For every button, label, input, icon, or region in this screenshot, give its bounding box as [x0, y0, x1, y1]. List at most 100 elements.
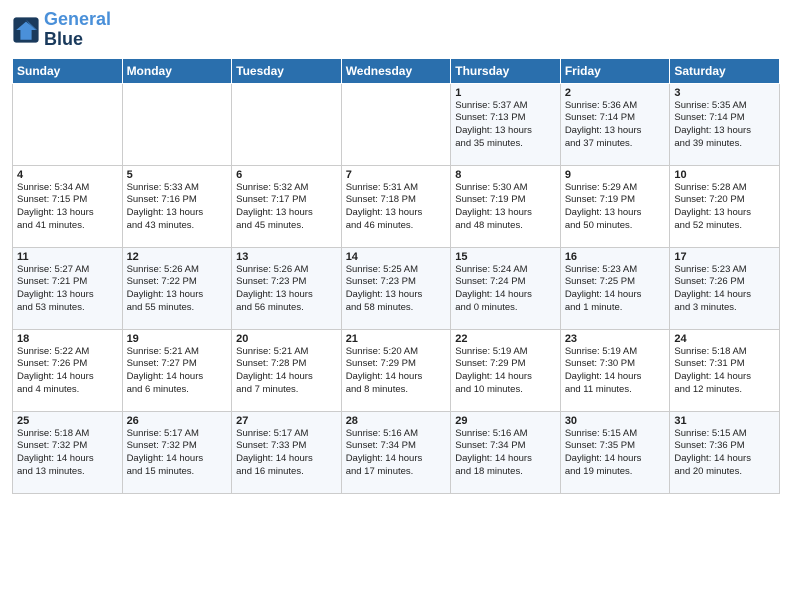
- day-header-wednesday: Wednesday: [341, 58, 451, 83]
- day-info: Sunrise: 5:18 AM: [674, 346, 775, 359]
- day-info: Daylight: 13 hours: [565, 207, 666, 220]
- calendar-cell: 6Sunrise: 5:32 AMSunset: 7:17 PMDaylight…: [232, 165, 342, 247]
- day-info: Sunset: 7:18 PM: [346, 194, 447, 207]
- calendar-cell: 23Sunrise: 5:19 AMSunset: 7:30 PMDayligh…: [560, 329, 670, 411]
- day-info: Sunrise: 5:30 AM: [455, 182, 556, 195]
- day-info: and 18 minutes.: [455, 466, 556, 479]
- day-info: and 46 minutes.: [346, 220, 447, 233]
- day-info: and 15 minutes.: [127, 466, 228, 479]
- day-info: Sunrise: 5:31 AM: [346, 182, 447, 195]
- calendar-cell: 14Sunrise: 5:25 AMSunset: 7:23 PMDayligh…: [341, 247, 451, 329]
- day-info: and 11 minutes.: [565, 384, 666, 397]
- calendar-cell: [13, 83, 123, 165]
- day-info: Sunrise: 5:23 AM: [565, 264, 666, 277]
- calendar-cell: 2Sunrise: 5:36 AMSunset: 7:14 PMDaylight…: [560, 83, 670, 165]
- day-info: and 10 minutes.: [455, 384, 556, 397]
- day-header-friday: Friday: [560, 58, 670, 83]
- calendar-cell: 11Sunrise: 5:27 AMSunset: 7:21 PMDayligh…: [13, 247, 123, 329]
- day-number: 8: [455, 169, 556, 181]
- day-info: Sunset: 7:26 PM: [674, 276, 775, 289]
- calendar-cell: 12Sunrise: 5:26 AMSunset: 7:22 PMDayligh…: [122, 247, 232, 329]
- day-info: Sunrise: 5:19 AM: [455, 346, 556, 359]
- calendar-cell: 3Sunrise: 5:35 AMSunset: 7:14 PMDaylight…: [670, 83, 780, 165]
- day-info: Daylight: 14 hours: [565, 289, 666, 302]
- day-header-monday: Monday: [122, 58, 232, 83]
- day-info: Sunset: 7:21 PM: [17, 276, 118, 289]
- day-info: and 58 minutes.: [346, 302, 447, 315]
- day-info: and 56 minutes.: [236, 302, 337, 315]
- day-info: and 53 minutes.: [17, 302, 118, 315]
- day-info: Sunset: 7:28 PM: [236, 358, 337, 371]
- day-info: and 13 minutes.: [17, 466, 118, 479]
- day-info: Sunset: 7:23 PM: [236, 276, 337, 289]
- calendar-cell: [341, 83, 451, 165]
- calendar-header-row: SundayMondayTuesdayWednesdayThursdayFrid…: [13, 58, 780, 83]
- day-info: Daylight: 13 hours: [674, 125, 775, 138]
- day-info: Daylight: 14 hours: [674, 453, 775, 466]
- day-info: and 55 minutes.: [127, 302, 228, 315]
- day-info: Sunrise: 5:34 AM: [17, 182, 118, 195]
- day-info: Sunset: 7:24 PM: [455, 276, 556, 289]
- day-number: 23: [565, 333, 666, 345]
- day-info: and 41 minutes.: [17, 220, 118, 233]
- day-info: Daylight: 14 hours: [674, 371, 775, 384]
- day-info: Sunrise: 5:23 AM: [674, 264, 775, 277]
- day-info: Sunrise: 5:16 AM: [346, 428, 447, 441]
- day-info: Sunset: 7:23 PM: [346, 276, 447, 289]
- day-info: Sunset: 7:31 PM: [674, 358, 775, 371]
- day-info: Sunrise: 5:26 AM: [236, 264, 337, 277]
- day-info: Sunrise: 5:17 AM: [236, 428, 337, 441]
- day-info: and 43 minutes.: [127, 220, 228, 233]
- day-info: Daylight: 14 hours: [455, 289, 556, 302]
- day-info: Daylight: 13 hours: [17, 289, 118, 302]
- day-number: 13: [236, 251, 337, 263]
- day-number: 1: [455, 87, 556, 99]
- day-info: Sunset: 7:33 PM: [236, 440, 337, 453]
- calendar-cell: 19Sunrise: 5:21 AMSunset: 7:27 PMDayligh…: [122, 329, 232, 411]
- day-info: Daylight: 13 hours: [455, 125, 556, 138]
- day-number: 17: [674, 251, 775, 263]
- day-info: and 6 minutes.: [127, 384, 228, 397]
- day-info: Sunset: 7:26 PM: [17, 358, 118, 371]
- calendar-cell: 10Sunrise: 5:28 AMSunset: 7:20 PMDayligh…: [670, 165, 780, 247]
- day-number: 4: [17, 169, 118, 181]
- day-info: Sunrise: 5:19 AM: [565, 346, 666, 359]
- day-info: and 19 minutes.: [565, 466, 666, 479]
- day-number: 2: [565, 87, 666, 99]
- day-info: Sunrise: 5:29 AM: [565, 182, 666, 195]
- day-info: Sunrise: 5:25 AM: [346, 264, 447, 277]
- calendar-cell: 28Sunrise: 5:16 AMSunset: 7:34 PMDayligh…: [341, 411, 451, 493]
- day-info: Sunset: 7:14 PM: [565, 112, 666, 125]
- day-info: Sunset: 7:32 PM: [17, 440, 118, 453]
- day-info: Sunrise: 5:22 AM: [17, 346, 118, 359]
- day-info: and 1 minute.: [565, 302, 666, 315]
- day-info: Sunset: 7:14 PM: [674, 112, 775, 125]
- day-number: 25: [17, 415, 118, 427]
- calendar-week-row: 18Sunrise: 5:22 AMSunset: 7:26 PMDayligh…: [13, 329, 780, 411]
- day-info: and 45 minutes.: [236, 220, 337, 233]
- day-info: Daylight: 13 hours: [565, 125, 666, 138]
- calendar-week-row: 1Sunrise: 5:37 AMSunset: 7:13 PMDaylight…: [13, 83, 780, 165]
- day-number: 19: [127, 333, 228, 345]
- day-info: Daylight: 14 hours: [455, 371, 556, 384]
- day-info: and 7 minutes.: [236, 384, 337, 397]
- day-info: Sunset: 7:30 PM: [565, 358, 666, 371]
- calendar-cell: 13Sunrise: 5:26 AMSunset: 7:23 PMDayligh…: [232, 247, 342, 329]
- day-info: Sunset: 7:36 PM: [674, 440, 775, 453]
- day-info: Sunset: 7:17 PM: [236, 194, 337, 207]
- day-info: Sunset: 7:27 PM: [127, 358, 228, 371]
- day-info: Sunset: 7:35 PM: [565, 440, 666, 453]
- day-info: Sunrise: 5:26 AM: [127, 264, 228, 277]
- day-number: 16: [565, 251, 666, 263]
- calendar-cell: 30Sunrise: 5:15 AMSunset: 7:35 PMDayligh…: [560, 411, 670, 493]
- day-number: 11: [17, 251, 118, 263]
- day-info: and 17 minutes.: [346, 466, 447, 479]
- day-info: Sunrise: 5:24 AM: [455, 264, 556, 277]
- calendar-cell: 29Sunrise: 5:16 AMSunset: 7:34 PMDayligh…: [451, 411, 561, 493]
- day-info: Sunset: 7:34 PM: [455, 440, 556, 453]
- day-number: 7: [346, 169, 447, 181]
- day-info: and 37 minutes.: [565, 138, 666, 151]
- day-info: Sunset: 7:22 PM: [127, 276, 228, 289]
- calendar-body: 1Sunrise: 5:37 AMSunset: 7:13 PMDaylight…: [13, 83, 780, 493]
- day-info: Sunrise: 5:37 AM: [455, 100, 556, 113]
